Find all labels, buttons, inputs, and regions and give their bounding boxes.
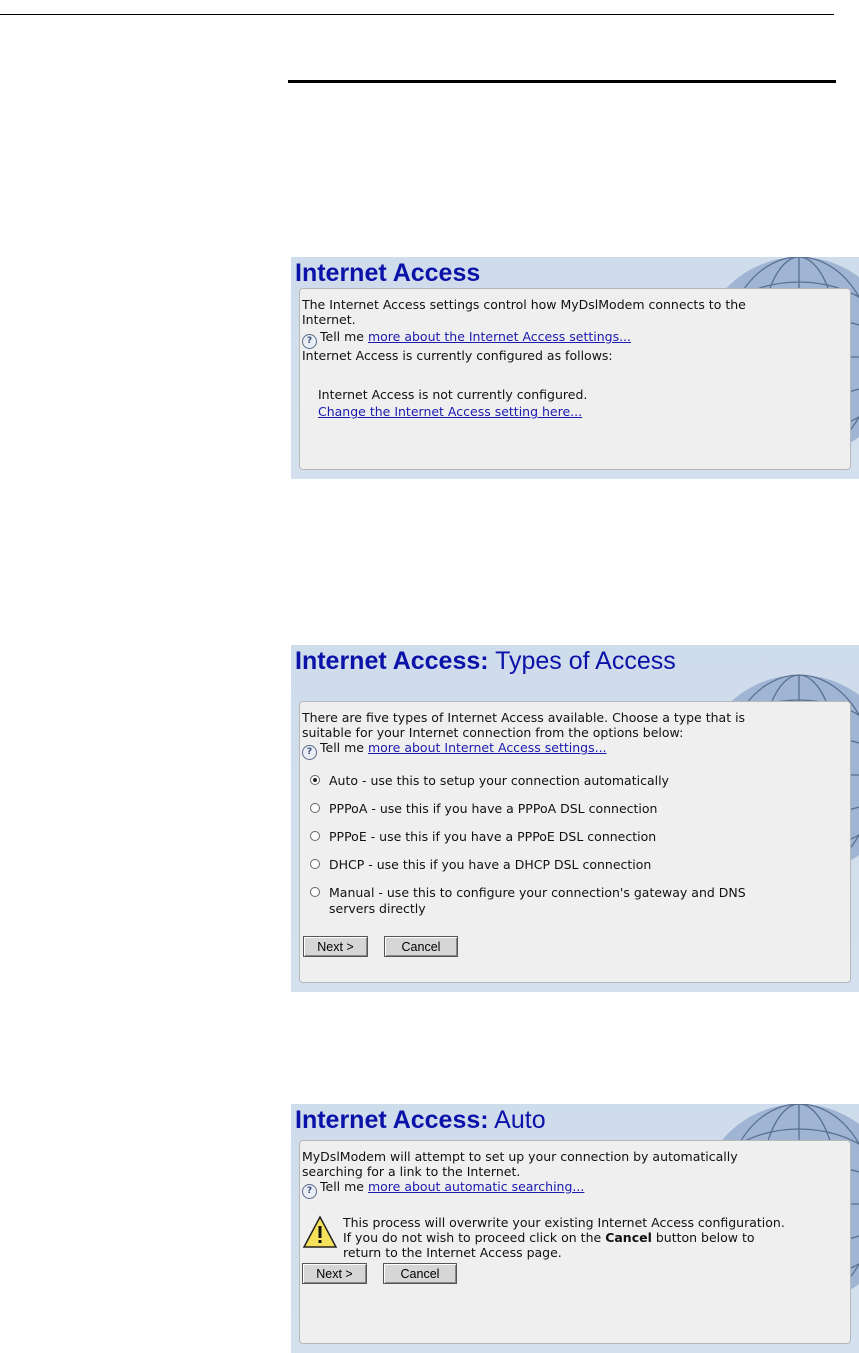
help-link[interactable]: more about the Internet Access settings.… xyxy=(368,329,631,344)
section-rule xyxy=(288,80,836,83)
help-icon: ? xyxy=(302,745,317,760)
next-button[interactable]: Next > xyxy=(302,1263,367,1284)
tell-me-label: Tell me xyxy=(320,1179,364,1194)
radio-pppoe[interactable] xyxy=(310,831,320,841)
intro-text: There are five types of Internet Access … xyxy=(302,710,746,725)
warning-icon xyxy=(302,1215,338,1248)
warning-text-2: If you do not wish to proceed click on t… xyxy=(343,1230,755,1245)
config-text: Internet Access is currently configured … xyxy=(302,348,613,363)
page-title: Internet Access: Types of Access xyxy=(295,647,676,675)
help-link[interactable]: more about Internet Access settings... xyxy=(368,740,607,755)
radio-dhcp[interactable] xyxy=(310,859,320,869)
radio-manual[interactable] xyxy=(310,887,320,897)
content-panel: The Internet Access settings control how… xyxy=(299,288,851,470)
option-manual-cont: servers directly xyxy=(329,901,426,916)
help-link[interactable]: more about automatic searching... xyxy=(368,1179,584,1194)
content-panel: There are five types of Internet Access … xyxy=(299,701,851,983)
intro-text: MyDslModem will attempt to set up your c… xyxy=(302,1149,738,1164)
next-button[interactable]: Next > xyxy=(303,936,368,957)
help-row: ? Tell me more about the Internet Access … xyxy=(302,329,631,349)
warning-text-1: This process will overwrite your existin… xyxy=(343,1215,785,1230)
cancel-button[interactable]: Cancel xyxy=(383,1263,457,1284)
status-text: Internet Access is not currently configu… xyxy=(318,387,588,402)
help-icon: ? xyxy=(302,1184,317,1199)
page-title: Internet Access xyxy=(295,259,481,287)
intro-text-2: Internet. xyxy=(302,312,356,327)
intro-text-2: searching for a link to the Internet. xyxy=(302,1164,521,1179)
option-pppoe[interactable]: PPPoE - use this if you have a PPPoE DSL… xyxy=(310,829,656,844)
tell-me-label: Tell me xyxy=(320,740,364,755)
page-top-rule xyxy=(0,14,834,15)
help-icon: ? xyxy=(302,334,317,349)
option-auto[interactable]: Auto - use this to setup your connection… xyxy=(310,773,669,788)
content-panel: MyDslModem will attempt to set up your c… xyxy=(299,1140,851,1344)
intro-text: The Internet Access settings control how… xyxy=(302,297,746,312)
option-dhcp[interactable]: DHCP - use this if you have a DHCP DSL c… xyxy=(310,857,651,872)
change-setting-link[interactable]: Change the Internet Access setting here.… xyxy=(318,404,582,419)
screenshot-internet-access: Internet Access The Internet Access sett… xyxy=(291,257,859,479)
option-manual[interactable]: Manual - use this to configure your conn… xyxy=(310,885,746,900)
radio-auto[interactable] xyxy=(310,775,320,785)
page-title: Internet Access: Auto xyxy=(295,1106,546,1134)
cancel-button[interactable]: Cancel xyxy=(384,936,458,957)
help-row: ? Tell me more about Internet Access sett… xyxy=(302,740,607,760)
option-pppoa[interactable]: PPPoA - use this if you have a PPPoA DSL… xyxy=(310,801,657,816)
intro-text-2: suitable for your Internet connection fr… xyxy=(302,725,684,740)
tell-me-label: Tell me xyxy=(320,329,364,344)
radio-pppoa[interactable] xyxy=(310,803,320,813)
help-row: ? Tell me more about automatic searching.… xyxy=(302,1179,584,1199)
screenshot-auto: Internet Access: Auto MyDslModem will at… xyxy=(291,1104,859,1353)
screenshot-types-of-access: Internet Access: Types of Access There a… xyxy=(291,645,859,992)
warning-text-3: return to the Internet Access page. xyxy=(343,1245,562,1260)
